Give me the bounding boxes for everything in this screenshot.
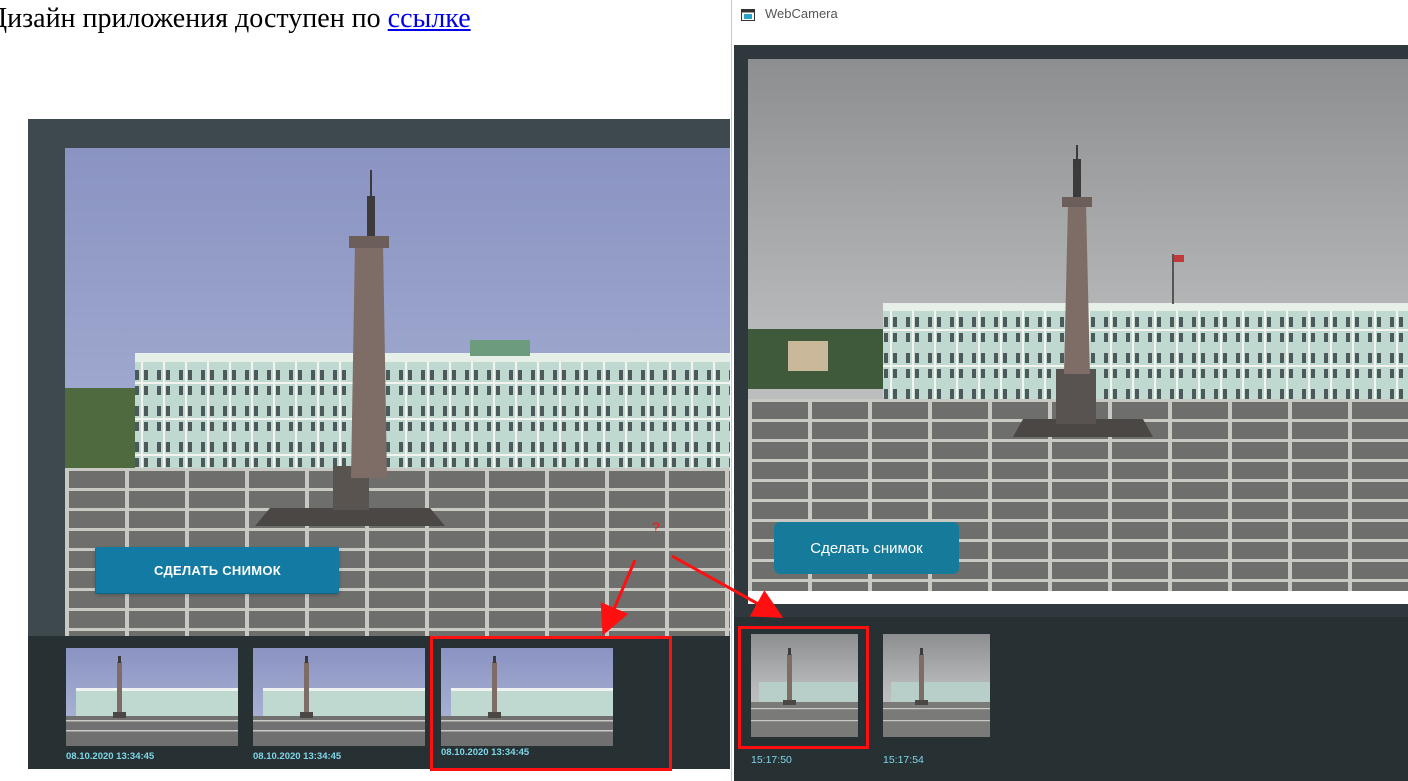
window-app-icon <box>741 7 755 26</box>
design-thumbnail[interactable] <box>66 648 238 746</box>
design-link[interactable]: ссылке <box>388 3 471 34</box>
design-selection-highlight <box>430 636 672 771</box>
camera-view <box>748 59 1408 591</box>
design-capture-button[interactable]: СДЕЛАТЬ СНИМОК <box>96 547 339 593</box>
doc-heading: Дизайн приложения доступен по ссылке <box>0 0 471 40</box>
window-title: WebCamera <box>765 6 838 21</box>
window-titlebar: WebCamera <box>732 0 1408 30</box>
window-selection-highlight <box>738 626 869 749</box>
capture-button[interactable]: Сделать снимок <box>774 522 959 574</box>
doc-heading-text: Дизайн приложения доступен по <box>0 3 388 34</box>
thumbnail[interactable] <box>883 634 990 737</box>
thumbnail-time: 15:17:54 <box>883 754 924 766</box>
thumbnail-time: 15:17:50 <box>751 754 792 766</box>
design-thumbnail[interactable] <box>253 648 425 746</box>
design-thumbnail-time: 08.10.2020 13:34:45 <box>253 751 342 762</box>
design-thumbnail-time: 08.10.2020 13:34:45 <box>66 751 155 762</box>
